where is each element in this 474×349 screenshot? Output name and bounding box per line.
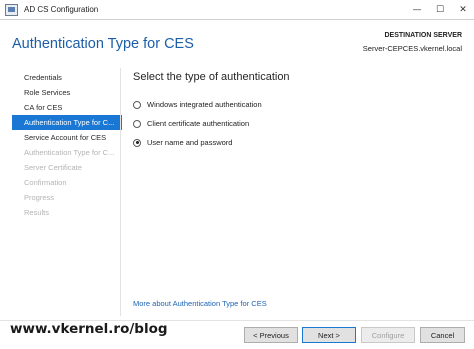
radio-label[interactable]: Windows integrated authentication bbox=[147, 100, 262, 109]
destination-server-label: DESTINATION SERVER bbox=[384, 32, 462, 39]
window-title: AD CS Configuration bbox=[24, 5, 99, 14]
cancel-button[interactable]: Cancel bbox=[420, 327, 465, 343]
sidebar-item-server-certificate: Server Certificate bbox=[24, 163, 82, 172]
wizard-navigation: Credentials Role Services CA for CES Aut… bbox=[12, 70, 122, 220]
radio-option-client-certificate[interactable]: Client certificate authentication bbox=[133, 119, 249, 128]
sidebar-item-authentication-type[interactable]: Authentication Type for C... bbox=[12, 115, 122, 130]
destination-server-value: Server-CEPCES.vkernel.local bbox=[362, 44, 462, 53]
radio-button[interactable] bbox=[133, 100, 141, 109]
radio-option-windows-integrated[interactable]: Windows integrated authentication bbox=[133, 100, 262, 109]
more-about-link[interactable]: More about Authentication Type for CES bbox=[133, 299, 267, 308]
server-manager-icon bbox=[5, 4, 18, 16]
sidebar-item-progress: Progress bbox=[24, 193, 55, 202]
close-icon[interactable]: ✕ bbox=[452, 0, 474, 20]
sidebar-item-role-services[interactable]: Role Services bbox=[12, 85, 122, 100]
watermark-text: www.vkernel.ro/blog bbox=[10, 321, 168, 337]
page-title: Authentication Type for CES bbox=[12, 36, 194, 52]
previous-button[interactable]: < Previous bbox=[244, 327, 298, 343]
radio-option-username-password[interactable]: User name and password bbox=[133, 138, 232, 147]
sidebar-item-confirmation: Confirmation bbox=[24, 178, 67, 187]
section-heading: Select the type of authentication bbox=[133, 71, 290, 83]
maximize-icon[interactable]: ☐ bbox=[429, 0, 451, 20]
sidebar-item-credentials[interactable]: Credentials bbox=[12, 70, 122, 85]
configure-button: Configure bbox=[361, 327, 415, 343]
minimize-icon[interactable]: — bbox=[406, 0, 428, 20]
radio-button[interactable] bbox=[133, 119, 141, 128]
title-bar: AD CS Configuration — ☐ ✕ bbox=[0, 0, 474, 20]
radio-label[interactable]: User name and password bbox=[147, 138, 232, 147]
radio-label[interactable]: Client certificate authentication bbox=[147, 119, 249, 128]
sidebar-item-service-account[interactable]: Service Account for CES bbox=[12, 130, 122, 145]
radio-button-selected[interactable] bbox=[133, 138, 141, 147]
next-button[interactable]: Next > bbox=[302, 327, 356, 343]
sidebar-item-ca-for-ces[interactable]: CA for CES bbox=[12, 100, 122, 115]
sidebar-item-authentication-type-cep: Authentication Type for C... bbox=[24, 148, 115, 157]
vertical-divider bbox=[120, 68, 121, 316]
sidebar-item-results: Results bbox=[24, 208, 50, 217]
